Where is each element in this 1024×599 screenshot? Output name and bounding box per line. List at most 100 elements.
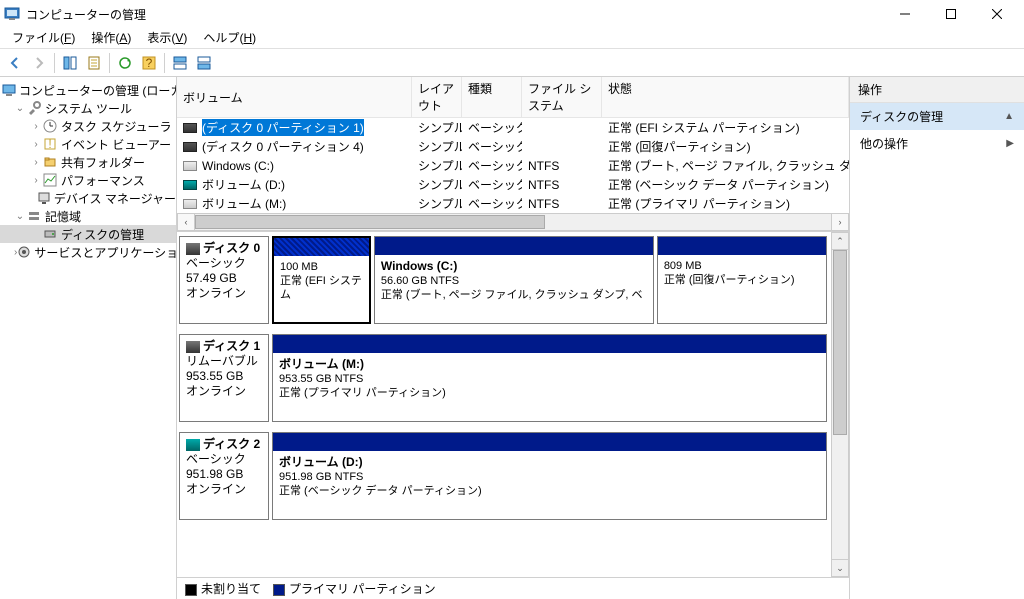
scroll-up[interactable]: ⌃	[831, 232, 849, 250]
partition-label: ボリューム (M:)953.55 GB NTFS正常 (プライマリ パーティショ…	[273, 353, 826, 421]
actions-more[interactable]: 他の操作▶	[850, 130, 1024, 157]
partition[interactable]: 100 MB正常 (EFI システム	[272, 236, 371, 324]
refresh-button[interactable]	[114, 52, 136, 74]
collapse-icon[interactable]: ⌄	[14, 211, 26, 222]
actions-category-disk[interactable]: ディスクの管理▲	[850, 103, 1024, 130]
col-layout[interactable]: レイアウト	[412, 77, 462, 117]
partition[interactable]: Windows (C:)56.60 GB NTFS正常 (ブート, ページ ファ…	[374, 236, 654, 324]
disk-partitions: ボリューム (D:)951.98 GB NTFS正常 (ベーシック データ パー…	[272, 432, 827, 520]
volume-name: ボリューム (D:)	[202, 176, 285, 193]
col-fs[interactable]: ファイル システム	[522, 77, 602, 117]
volume-row[interactable]: (ディスク 0 パーティション 1)シンプルベーシック正常 (EFI システム …	[177, 118, 849, 137]
show-hide-tree-button[interactable]	[59, 52, 81, 74]
tree-svcapps[interactable]: ›サービスとアプリケーション	[0, 243, 176, 261]
volume-name: ボリューム (M:)	[202, 195, 286, 212]
expand-icon[interactable]: ›	[30, 121, 42, 132]
menu-file[interactable]: ファイル(F)	[4, 28, 83, 49]
tree-perf[interactable]: ›パフォーマンス	[0, 171, 176, 189]
disk-row[interactable]: ディスク 0ベーシック57.49 GBオンライン100 MB正常 (EFI シス…	[179, 236, 827, 324]
volume-row[interactable]: (ディスク 0 パーティション 4)シンプルベーシック正常 (回復パーティション…	[177, 137, 849, 156]
disk-type: ベーシック	[186, 256, 246, 270]
volume-name: (ディスク 0 パーティション 4)	[202, 138, 364, 155]
disk-size: 951.98 GB	[186, 467, 243, 481]
volume-status: 正常 (ブート, ページ ファイル, クラッシュ ダンプ, ベーシック デ	[602, 156, 849, 175]
col-volume[interactable]: ボリューム	[177, 77, 412, 117]
scroll-right[interactable]: ›	[831, 213, 849, 231]
disk-map-vscroll[interactable]: ⌃ ⌄	[831, 232, 849, 577]
collapse-icon[interactable]: ⌄	[14, 103, 26, 114]
partition[interactable]: ボリューム (D:)951.98 GB NTFS正常 (ベーシック データ パー…	[272, 432, 827, 520]
help-button[interactable]: ?	[138, 52, 160, 74]
expand-icon[interactable]: ›	[30, 157, 42, 168]
menu-action[interactable]: 操作(A)	[83, 28, 139, 49]
partition[interactable]: ボリューム (M:)953.55 GB NTFS正常 (プライマリ パーティショ…	[272, 334, 827, 422]
legend-swatch-black	[185, 584, 197, 596]
volume-status: 正常 (ベーシック データ パーティション)	[602, 175, 849, 194]
disk-row[interactable]: ディスク 2ベーシック951.98 GBオンラインボリューム (D:)951.9…	[179, 432, 827, 520]
menu-view[interactable]: 表示(V)	[139, 28, 195, 49]
partition-label: 100 MB正常 (EFI システム	[274, 256, 369, 322]
nav-tree[interactable]: コンピューターの管理 (ローカル) ⌄システム ツール ›タスク スケジューラ …	[0, 77, 177, 599]
menu-help[interactable]: ヘルプ(H)	[195, 28, 264, 49]
tree-event-label: イベント ビューアー	[61, 136, 171, 153]
scroll-down[interactable]: ⌄	[831, 559, 849, 577]
properties-button[interactable]	[83, 52, 105, 74]
tree-event[interactable]: ›!イベント ビューアー	[0, 135, 176, 153]
view-bottom-button[interactable]	[193, 52, 215, 74]
tree-diskmgmt-label: ディスクの管理	[61, 226, 144, 243]
volume-name: (ディスク 0 パーティション 1)	[202, 119, 364, 136]
col-type[interactable]: 種類	[462, 77, 522, 117]
disk-info: ディスク 2ベーシック951.98 GBオンライン	[179, 432, 269, 520]
tree-diskmgmt[interactable]: ディスクの管理	[0, 225, 176, 243]
volume-fs	[522, 127, 602, 129]
scroll-thumb[interactable]	[833, 250, 847, 435]
maximize-button[interactable]	[928, 0, 974, 28]
disk-map[interactable]: ディスク 0ベーシック57.49 GBオンライン100 MB正常 (EFI シス…	[177, 232, 831, 577]
storage-icon	[26, 208, 42, 224]
tree-task[interactable]: ›タスク スケジューラ	[0, 117, 176, 135]
scroll-left[interactable]: ‹	[177, 213, 195, 231]
volume-row[interactable]: Windows (C:)シンプルベーシックNTFS正常 (ブート, ページ ファ…	[177, 156, 849, 175]
volume-type: ベーシック	[462, 137, 522, 156]
close-button[interactable]	[974, 0, 1020, 28]
disk-row[interactable]: ディスク 1リムーバブル953.55 GBオンラインボリューム (M:)953.…	[179, 334, 827, 422]
scroll-track[interactable]	[195, 213, 831, 231]
volume-row[interactable]: ボリューム (D:)シンプルベーシックNTFS正常 (ベーシック データ パーテ…	[177, 175, 849, 194]
expand-icon[interactable]: ›	[30, 175, 42, 186]
volume-list-hscroll[interactable]: ‹ ›	[177, 213, 849, 231]
volume-name: Windows (C:)	[202, 159, 274, 173]
back-button[interactable]	[4, 52, 26, 74]
partition-label: 809 MB正常 (回復パーティション)	[658, 255, 826, 323]
disk-icon	[186, 439, 200, 451]
tree-shared[interactable]: ›共有フォルダー	[0, 153, 176, 171]
volume-type: ベーシック	[462, 194, 522, 213]
tree-storage[interactable]: ⌄記憶域	[0, 207, 176, 225]
volume-row[interactable]: ボリューム (M:)シンプルベーシックNTFS正常 (プライマリ パーティション…	[177, 194, 849, 213]
toolbar-separator	[109, 53, 110, 73]
app-icon	[4, 6, 20, 22]
scroll-thumb[interactable]	[195, 215, 545, 229]
minimize-button[interactable]	[882, 0, 928, 28]
volume-layout: シンプル	[412, 175, 462, 194]
tree-devmgr[interactable]: デバイス マネージャー	[0, 189, 176, 207]
volume-fs: NTFS	[522, 158, 602, 174]
volume-list[interactable]: ボリューム レイアウト 種類 ファイル システム 状態 (ディスク 0 パーティ…	[177, 77, 849, 232]
volume-icon	[183, 142, 197, 152]
scroll-track[interactable]	[831, 250, 849, 559]
disk-name: ディスク 0	[203, 241, 260, 255]
disk-icon	[42, 226, 58, 242]
forward-button[interactable]	[28, 52, 50, 74]
expand-icon[interactable]: ›	[30, 139, 42, 150]
volume-list-header[interactable]: ボリューム レイアウト 種類 ファイル システム 状態	[177, 77, 849, 118]
view-top-button[interactable]	[169, 52, 191, 74]
volume-status: 正常 (プライマリ パーティション)	[602, 194, 849, 213]
disk-partitions: 100 MB正常 (EFI システムWindows (C:)56.60 GB N…	[272, 236, 827, 324]
partition[interactable]: 809 MB正常 (回復パーティション)	[657, 236, 827, 324]
tree-root-label: コンピューターの管理 (ローカル)	[19, 82, 177, 99]
toolbar-separator	[164, 53, 165, 73]
menu-help-label: ヘルプ	[203, 31, 239, 45]
col-status[interactable]: 状態	[602, 77, 849, 117]
tree-root[interactable]: コンピューターの管理 (ローカル)	[0, 81, 176, 99]
tree-systools[interactable]: ⌄システム ツール	[0, 99, 176, 117]
disk-name: ディスク 1	[203, 339, 260, 353]
